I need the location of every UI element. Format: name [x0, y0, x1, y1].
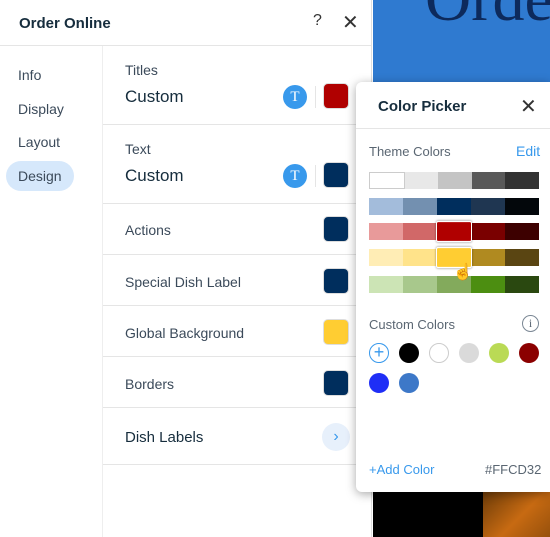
theme-swatch[interactable] — [403, 276, 437, 293]
custom-colors-label: Custom Colors — [369, 317, 455, 332]
color-picker-title: Color Picker — [378, 98, 467, 115]
theme-swatch[interactable] — [505, 172, 539, 189]
add-custom-color-icon[interactable]: + — [369, 343, 389, 363]
borders-row: Borders — [103, 357, 373, 408]
global-background-label: Global Background — [125, 325, 245, 341]
theme-swatch[interactable] — [403, 198, 437, 215]
sidebar: Info Display Layout Design — [0, 46, 102, 537]
theme-swatch[interactable] — [505, 249, 539, 266]
custom-color-swatch[interactable] — [399, 373, 419, 393]
theme-swatch[interactable] — [369, 249, 403, 266]
divider — [315, 165, 316, 187]
dish-labels-row[interactable]: Dish Labels › — [103, 408, 373, 465]
preview-heading: Orde — [425, 0, 550, 36]
background-preview-bottom — [373, 490, 550, 537]
chevron-right-icon[interactable]: › — [322, 423, 350, 451]
custom-color-swatch[interactable] — [459, 343, 479, 363]
titles-font-value[interactable]: Custom — [125, 87, 184, 107]
close-icon[interactable]: ✕ — [342, 10, 359, 35]
text-style-icon[interactable]: T — [283, 85, 307, 109]
help-icon[interactable]: ? — [313, 12, 322, 30]
borders-color-swatch[interactable] — [323, 370, 349, 396]
divider — [315, 86, 316, 108]
custom-color-swatch[interactable] — [429, 343, 449, 363]
borders-label: Borders — [125, 376, 175, 392]
special-dish-label-label: Special Dish Label — [125, 274, 241, 290]
add-color-link[interactable]: +Add Color — [369, 462, 434, 477]
custom-color-swatch[interactable] — [519, 343, 539, 363]
sidebar-item-display[interactable]: Display — [6, 94, 76, 124]
theme-swatch[interactable] — [402, 223, 437, 240]
close-icon[interactable]: ✕ — [520, 94, 537, 119]
theme-swatch[interactable] — [471, 198, 505, 215]
text-style-icon[interactable]: T — [283, 164, 307, 188]
sidebar-item-design[interactable]: Design — [6, 161, 74, 191]
theme-swatch[interactable] — [505, 276, 539, 293]
custom-color-swatch[interactable] — [399, 343, 419, 363]
sidebar-item-layout[interactable]: Layout — [6, 127, 72, 157]
global-background-color-swatch[interactable] — [323, 319, 349, 345]
theme-swatch[interactable] — [369, 223, 403, 240]
theme-row — [369, 198, 539, 215]
theme-swatch[interactable] — [471, 223, 506, 240]
theme-swatch[interactable] — [505, 223, 539, 240]
theme-swatch[interactable] — [471, 276, 505, 293]
theme-swatch[interactable] — [438, 172, 472, 189]
dish-labels-label: Dish Labels — [125, 429, 204, 446]
actions-label: Actions — [125, 222, 171, 238]
titles-row: Titles Custom T — [103, 46, 373, 125]
hex-value[interactable]: #FFCD32 — [485, 462, 541, 477]
info-icon[interactable]: i — [522, 315, 539, 332]
actions-row: Actions — [103, 204, 373, 255]
theme-swatch[interactable] — [505, 198, 539, 215]
titles-label: Titles — [125, 62, 158, 78]
settings-panel: Order Online ? ✕ Info Display Layout Des… — [0, 0, 373, 537]
divider — [356, 128, 550, 129]
special-dish-label-color-swatch[interactable] — [323, 268, 349, 294]
panel-header: Order Online ? ✕ — [0, 0, 371, 46]
theme-swatch[interactable] — [404, 172, 439, 189]
theme-swatch[interactable] — [471, 172, 506, 189]
global-background-row: Global Background — [103, 306, 373, 357]
titles-color-swatch[interactable] — [323, 83, 349, 109]
custom-color-swatch[interactable] — [369, 373, 389, 393]
sidebar-item-info[interactable]: Info — [6, 60, 53, 90]
text-font-value[interactable]: Custom — [125, 166, 184, 186]
theme-colors-label: Theme Colors — [369, 144, 451, 159]
theme-swatch[interactable] — [369, 276, 403, 293]
theme-swatch[interactable] — [369, 198, 403, 215]
special-dish-label-row: Special Dish Label — [103, 255, 373, 306]
theme-row — [369, 220, 539, 243]
hand-cursor-icon: ☝ — [453, 264, 473, 281]
actions-color-swatch[interactable] — [323, 216, 349, 242]
theme-swatch[interactable] — [369, 172, 405, 189]
theme-swatch[interactable] — [402, 249, 437, 266]
text-row: Text Custom T — [103, 125, 373, 204]
theme-swatch[interactable] — [436, 220, 472, 243]
edit-theme-link[interactable]: Edit — [516, 143, 540, 159]
text-label: Text — [125, 141, 151, 157]
theme-row — [369, 172, 539, 189]
design-settings: Titles Custom T Text Custom T Actions Sp… — [102, 46, 373, 537]
theme-swatch[interactable] — [437, 198, 471, 215]
color-picker-popup: Color Picker ✕ Theme Colors Edit Custom … — [356, 82, 550, 492]
theme-swatch[interactable] — [471, 249, 506, 266]
custom-color-swatch[interactable] — [489, 343, 509, 363]
background-preview: Orde — [373, 0, 550, 82]
panel-title: Order Online — [19, 15, 111, 32]
text-color-swatch[interactable] — [323, 162, 349, 188]
preview-image — [483, 490, 550, 537]
